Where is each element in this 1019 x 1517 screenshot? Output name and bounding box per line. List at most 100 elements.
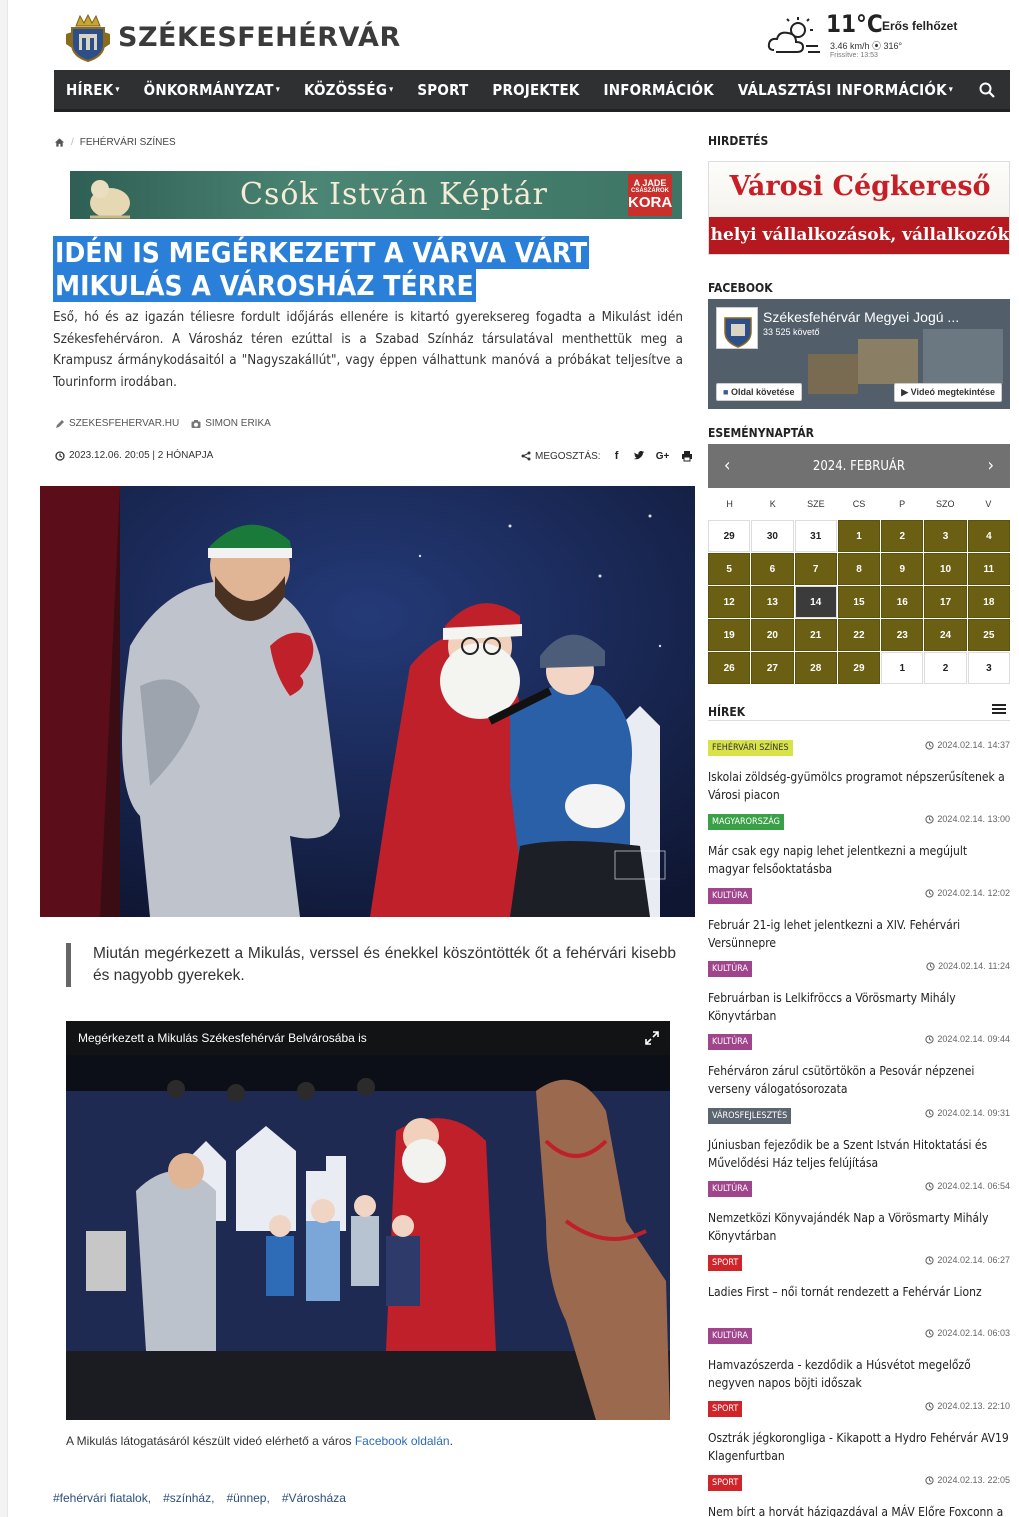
news-item[interactable]: FEHÉRVÁRI SZÍNES 2024.02.14. 14:37 Iskolai… (708, 737, 1010, 804)
news-item[interactable]: KULTÚRA 2024.02.14. 06:54 Nemzetközi Könyv… (708, 1178, 1010, 1245)
news-category-badge[interactable]: KULTÚRA (708, 1034, 752, 1050)
calendar-day[interactable]: 29 (708, 520, 751, 552)
calendar-day[interactable]: 22 (837, 619, 881, 651)
news-category-badge[interactable]: VÁROSFEJLESZTÉS (708, 1108, 792, 1124)
calendar-day[interactable]: 12 (708, 586, 751, 618)
news-category-badge[interactable]: KULTÚRA (708, 1181, 752, 1197)
tag-link[interactable]: #színház, (163, 1491, 214, 1505)
video-title[interactable]: Megérkezett a Mikulás Székesfehérvár Bel… (66, 1021, 670, 1055)
news-category-badge[interactable]: MAGYARORSZÁG (708, 814, 784, 830)
nav-item[interactable]: HÍREK ▾ (66, 81, 120, 99)
nav-item[interactable]: INFORMÁCIÓK (604, 81, 714, 99)
news-item[interactable]: KULTÚRA 2024.02.14. 11:24 Februárban is Le… (708, 958, 1010, 1025)
tag-link[interactable]: #fehérvári fiatalok, (53, 1491, 151, 1505)
calendar-day[interactable]: 30 (751, 520, 794, 552)
calendar-day[interactable]: 29 (837, 652, 881, 684)
sidebar-ad[interactable]: Városi Cégkereső helyi vállalkozások, vá… (708, 161, 1010, 255)
follow-page-button[interactable]: ■ Oldal követése (716, 383, 802, 401)
facebook-page-link[interactable]: Facebook oldalán (355, 1434, 450, 1448)
facebook-avatar[interactable] (716, 307, 758, 349)
calendar-day[interactable]: 1 (881, 652, 924, 684)
embedded-video[interactable]: Megérkezett a Mikulás Székesfehérvár Bel… (66, 1021, 670, 1420)
nav-item[interactable]: VÁLASZTÁSI INFORMÁCIÓK ▾ (738, 81, 953, 99)
calendar-day[interactable]: 5 (708, 553, 751, 585)
menu-icon[interactable] (992, 703, 1006, 715)
news-headline[interactable]: Február 21-ig lehet jelentkezni a XIV. F… (708, 916, 1010, 952)
calendar-day[interactable]: 19 (708, 619, 751, 651)
city-crest-icon[interactable] (66, 14, 110, 62)
news-headline[interactable]: Nemzetközi Könyvajándék Nap a Vörösmarty… (708, 1209, 1010, 1245)
news-item[interactable]: VÁROSFEJLESZTÉS 2024.02.14. 09:31 Júniusba… (708, 1105, 1010, 1172)
news-category-badge[interactable]: KULTÚRA (708, 1328, 752, 1344)
news-category-badge[interactable]: SPORT (708, 1401, 743, 1417)
nav-item[interactable]: PROJEKTEK (492, 81, 579, 99)
news-item[interactable]: MAGYARORSZÁG 2024.02.14. 13:00 Már csak eg… (708, 811, 1010, 878)
facebook-page-name[interactable]: Székesfehérvár Megyei Jogú ... (763, 309, 959, 325)
news-item[interactable]: SPORT 2024.02.13. 22:05 Nem bírt a horvát … (708, 1472, 1010, 1517)
watch-video-button[interactable]: ▶ Videó megtekintése (894, 383, 1002, 402)
news-headline[interactable]: Iskolai zöldség-gyümölcs programot népsz… (708, 768, 1010, 804)
calendar-day[interactable]: 27 (751, 652, 794, 684)
top-ad-banner[interactable]: Csók István Képtár A JADE CSÁSZÁROK KORA (70, 171, 682, 219)
news-category-badge[interactable]: KULTÚRA (708, 961, 752, 977)
facebook-share-icon[interactable]: f (611, 450, 623, 462)
calendar-day[interactable]: 11 (967, 553, 1010, 585)
news-item[interactable]: SPORT 2024.02.14. 06:27 Ladies First – női… (708, 1252, 1010, 1301)
calendar-day[interactable]: 24 (924, 619, 967, 651)
news-headline[interactable]: Februárban is Lelkifröccs a Vörösmarty M… (708, 989, 1010, 1025)
news-headline[interactable]: Már csak egy napig lehet jelentkezni a m… (708, 842, 1010, 878)
calendar-day[interactable]: 6 (751, 553, 794, 585)
breadcrumb-section[interactable]: FEHÉRVÁRI SZÍNES (80, 137, 176, 148)
calendar-day[interactable]: 7 (794, 553, 837, 585)
news-item[interactable]: KULTÚRA 2024.02.14. 09:44 Fehérváron zárul… (708, 1031, 1010, 1098)
calendar-day[interactable]: 20 (751, 619, 794, 651)
tag-link[interactable]: #Városháza (282, 1491, 346, 1505)
news-category-badge[interactable]: KULTÚRA (708, 888, 752, 904)
news-headline[interactable]: Ladies First – női tornát rendezett a Fe… (708, 1283, 1010, 1301)
calendar-day[interactable]: 28 (794, 652, 837, 684)
calendar-day[interactable]: 13 (751, 586, 794, 618)
news-category-badge[interactable]: SPORT (708, 1255, 743, 1271)
news-headline[interactable]: Osztrák jégkorongliga - Kikapott a Hydro… (708, 1429, 1010, 1465)
calendar-day[interactable]: 4 (967, 520, 1010, 552)
calendar-day[interactable]: 2 (924, 652, 967, 684)
news-category-badge[interactable]: SPORT (708, 1475, 743, 1491)
nav-item[interactable]: ÖNKORMÁNYZAT ▾ (144, 81, 280, 99)
calendar-day[interactable]: 9 (881, 553, 924, 585)
calendar-day[interactable]: 15 (837, 586, 881, 618)
calendar-day[interactable]: 21 (794, 619, 837, 651)
calendar-day[interactable]: 26 (708, 652, 751, 684)
twitter-share-icon[interactable] (633, 450, 645, 462)
calendar-day[interactable]: 16 (881, 586, 924, 618)
news-headline[interactable]: Hamvazószerda - kezdődik a Húsvétot mege… (708, 1356, 1010, 1392)
calendar-day[interactable]: 1 (837, 520, 881, 552)
news-item[interactable]: SPORT 2024.02.13. 22:10 Osztrák jégkorongl… (708, 1398, 1010, 1465)
site-name[interactable]: SZÉKESFEHÉRVÁR (118, 22, 401, 53)
news-headline[interactable]: Fehérváron zárul csütörtökön a Pesovár n… (708, 1062, 1010, 1098)
calendar-day[interactable]: 14 (794, 586, 837, 618)
calendar-day[interactable]: 31 (794, 520, 837, 552)
article-main-photo[interactable] (40, 486, 695, 917)
search-icon[interactable] (978, 81, 996, 99)
calendar-day[interactable]: 10 (924, 553, 967, 585)
calendar-day[interactable]: 23 (881, 619, 924, 651)
calendar-day[interactable]: 2 (881, 520, 924, 552)
google-plus-share-icon[interactable]: G+ (655, 450, 671, 462)
calendar-day[interactable]: 18 (967, 586, 1010, 618)
print-icon[interactable] (681, 450, 693, 462)
facebook-widget[interactable]: Székesfehérvár Megyei Jogú ... 33 525 kö… (708, 299, 1010, 409)
fullscreen-icon[interactable] (644, 1030, 660, 1046)
news-item[interactable]: KULTÚRA 2024.02.14. 12:02 Február 21-ig le… (708, 885, 1010, 952)
news-headline[interactable]: Nem bírt a horvát házigazdával a MÁV Elő… (708, 1503, 1010, 1517)
calendar-day[interactable]: 17 (924, 586, 967, 618)
calendar-day[interactable]: 3 (967, 652, 1010, 684)
next-month-icon[interactable]: › (988, 455, 994, 476)
calendar-day[interactable]: 8 (837, 553, 881, 585)
news-item[interactable]: KULTÚRA 2024.02.14. 06:03 Hamvazószerda - … (708, 1325, 1010, 1392)
tag-link[interactable]: #ünnep, (226, 1491, 269, 1505)
calendar-day[interactable]: 25 (967, 619, 1010, 651)
calendar-day[interactable]: 3 (924, 520, 967, 552)
home-icon[interactable] (54, 137, 65, 148)
nav-item[interactable]: KÖZÖSSÉG ▾ (304, 81, 393, 99)
prev-month-icon[interactable]: ‹ (724, 455, 730, 476)
